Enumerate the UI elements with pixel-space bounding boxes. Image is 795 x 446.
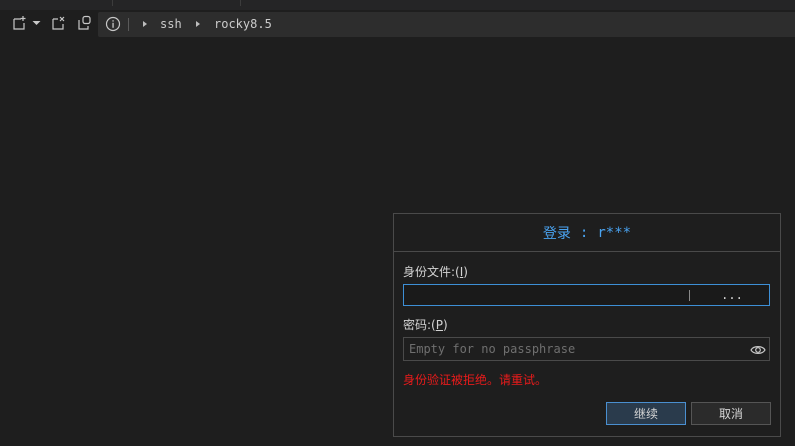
- tab-divider: [112, 0, 113, 6]
- identity-file-input[interactable]: ...: [403, 284, 770, 306]
- cancel-button[interactable]: 取消: [691, 402, 771, 425]
- breadcrumb-arrow-icon: [143, 21, 147, 27]
- breadcrumb-host[interactable]: rocky8.5: [214, 17, 272, 31]
- breadcrumb-ssh[interactable]: ssh: [160, 17, 182, 31]
- info-icon[interactable]: [105, 16, 121, 32]
- eye-icon[interactable]: [750, 342, 766, 356]
- dialog-title-label: 登录: [542, 225, 571, 242]
- new-tab-icon[interactable]: [10, 14, 28, 32]
- breadcrumb-arrow-icon: [196, 21, 200, 27]
- toolbar: ssh rocky8.5: [0, 10, 795, 37]
- dialog-title-separator: :: [579, 224, 589, 241]
- dialog-title: 登录 : r***: [394, 214, 780, 252]
- password-input[interactable]: [404, 338, 739, 360]
- identity-label-text: 身份文件:(: [403, 265, 460, 279]
- dialog-title-user: r***: [597, 224, 632, 241]
- password-mnemonic: P: [435, 318, 443, 332]
- address-divider: [128, 18, 129, 31]
- password-label-end: ): [442, 318, 448, 332]
- dropdown-arrow-icon[interactable]: [30, 14, 42, 32]
- password-label-text: 密码:(: [403, 318, 436, 332]
- close-tab-icon[interactable]: [49, 14, 67, 32]
- identity-file-label: 身份文件:(I): [403, 263, 468, 280]
- duplicate-tab-icon[interactable]: [75, 14, 93, 32]
- login-dialog: 登录 : r*** 身份文件:(I) ... 密码:(P) 身份验证被拒绝。请重…: [393, 213, 781, 437]
- password-label: 密码:(P): [403, 316, 448, 333]
- identity-label-end: ): [463, 265, 468, 279]
- continue-button[interactable]: 继续: [606, 402, 686, 425]
- text-cursor: [689, 290, 690, 301]
- browse-button[interactable]: ...: [714, 285, 750, 305]
- error-message: 身份验证被拒绝。请重试。: [403, 373, 548, 387]
- password-field[interactable]: [403, 337, 770, 361]
- address-bar[interactable]: ssh rocky8.5: [98, 12, 795, 37]
- tab-divider: [240, 0, 241, 6]
